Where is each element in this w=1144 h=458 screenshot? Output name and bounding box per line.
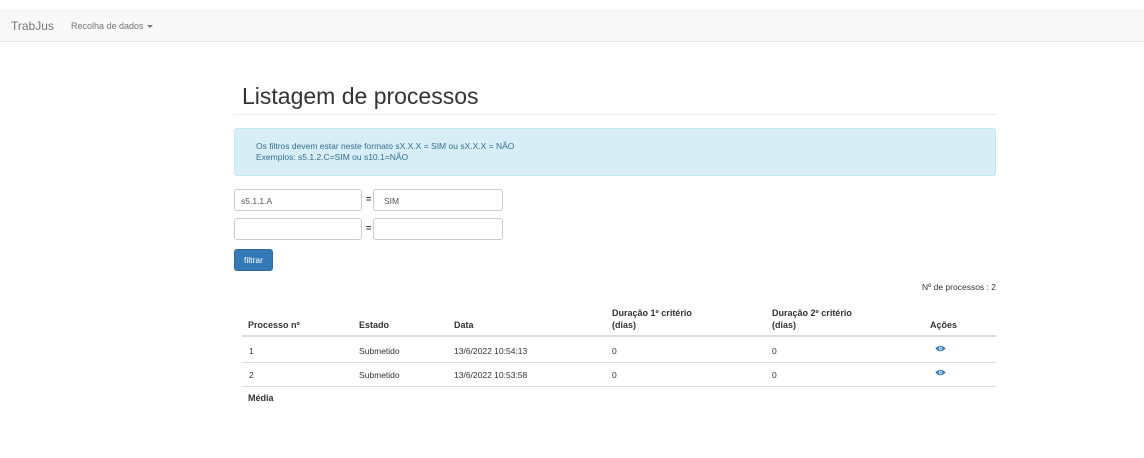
row-divider: [242, 362, 996, 363]
col-header-acoes: Ações: [930, 320, 958, 330]
filter-key-input-2[interactable]: [234, 218, 362, 240]
media-label: Média: [248, 393, 274, 403]
equals-sign-1: =: [366, 194, 372, 204]
cell-data: 13/6/2022 10:53:58: [454, 370, 528, 380]
cell-estado: Submetido: [359, 346, 400, 356]
process-count: Nº de processos : 2: [922, 282, 996, 292]
page-title: Listagem de processos: [242, 83, 479, 109]
col-header-duracao-1-line2: (dias): [612, 320, 637, 330]
cell-estado: Submetido: [359, 370, 400, 380]
col-header-duracao-1-line1: Duração 1º critério: [612, 308, 692, 318]
col-header-duracao-1: Duração 1º critério (dias): [612, 307, 692, 331]
row-divider: [242, 386, 996, 387]
title-divider: [234, 114, 996, 115]
brand-link[interactable]: TrabJus: [11, 19, 54, 33]
alert-line-examples: Exemplos: s5.1.2.C=SIM ou s10.1=NÃO: [256, 152, 409, 162]
caret-down-icon: [146, 24, 153, 28]
col-header-estado: Estado: [359, 320, 390, 330]
cell-duracao-1: 0: [612, 370, 617, 380]
eye-icon[interactable]: [935, 369, 946, 376]
col-header-processo: Processo nº: [248, 320, 300, 330]
cell-processo: 2: [249, 370, 254, 380]
recolha-dados-dropdown[interactable]: Recolha de dados: [71, 21, 153, 31]
col-header-duracao-2-line2: (dias): [772, 320, 797, 330]
cell-duracao-2: 0: [772, 370, 777, 380]
header-divider: [242, 335, 996, 337]
navbar: TrabJus Recolha de dados: [0, 9, 1144, 42]
col-header-data: Data: [454, 320, 474, 330]
cell-duracao-1: 0: [612, 346, 617, 356]
alert-line-format: Os filtros devem estar neste formato sX.…: [256, 141, 515, 151]
dropdown-label: Recolha de dados: [71, 21, 144, 31]
cell-duracao-2: 0: [772, 346, 777, 356]
col-header-duracao-2-line1: Duração 2º critério: [772, 308, 852, 318]
filtrar-button[interactable]: filtrar: [234, 249, 273, 271]
info-alert: Os filtros devem estar neste formato sX.…: [234, 128, 996, 176]
filter-key-input-1[interactable]: s5.1.1.A: [234, 189, 362, 211]
cell-processo: 1: [249, 346, 254, 356]
filter-value-input-1[interactable]: SIM: [373, 189, 503, 211]
cell-data: 13/6/2022 10:54:13: [454, 346, 528, 356]
equals-sign-2: =: [366, 223, 372, 233]
filter-value-input-2[interactable]: [373, 218, 503, 240]
col-header-duracao-2: Duração 2º critério (dias): [772, 307, 852, 331]
eye-icon[interactable]: [935, 345, 946, 352]
